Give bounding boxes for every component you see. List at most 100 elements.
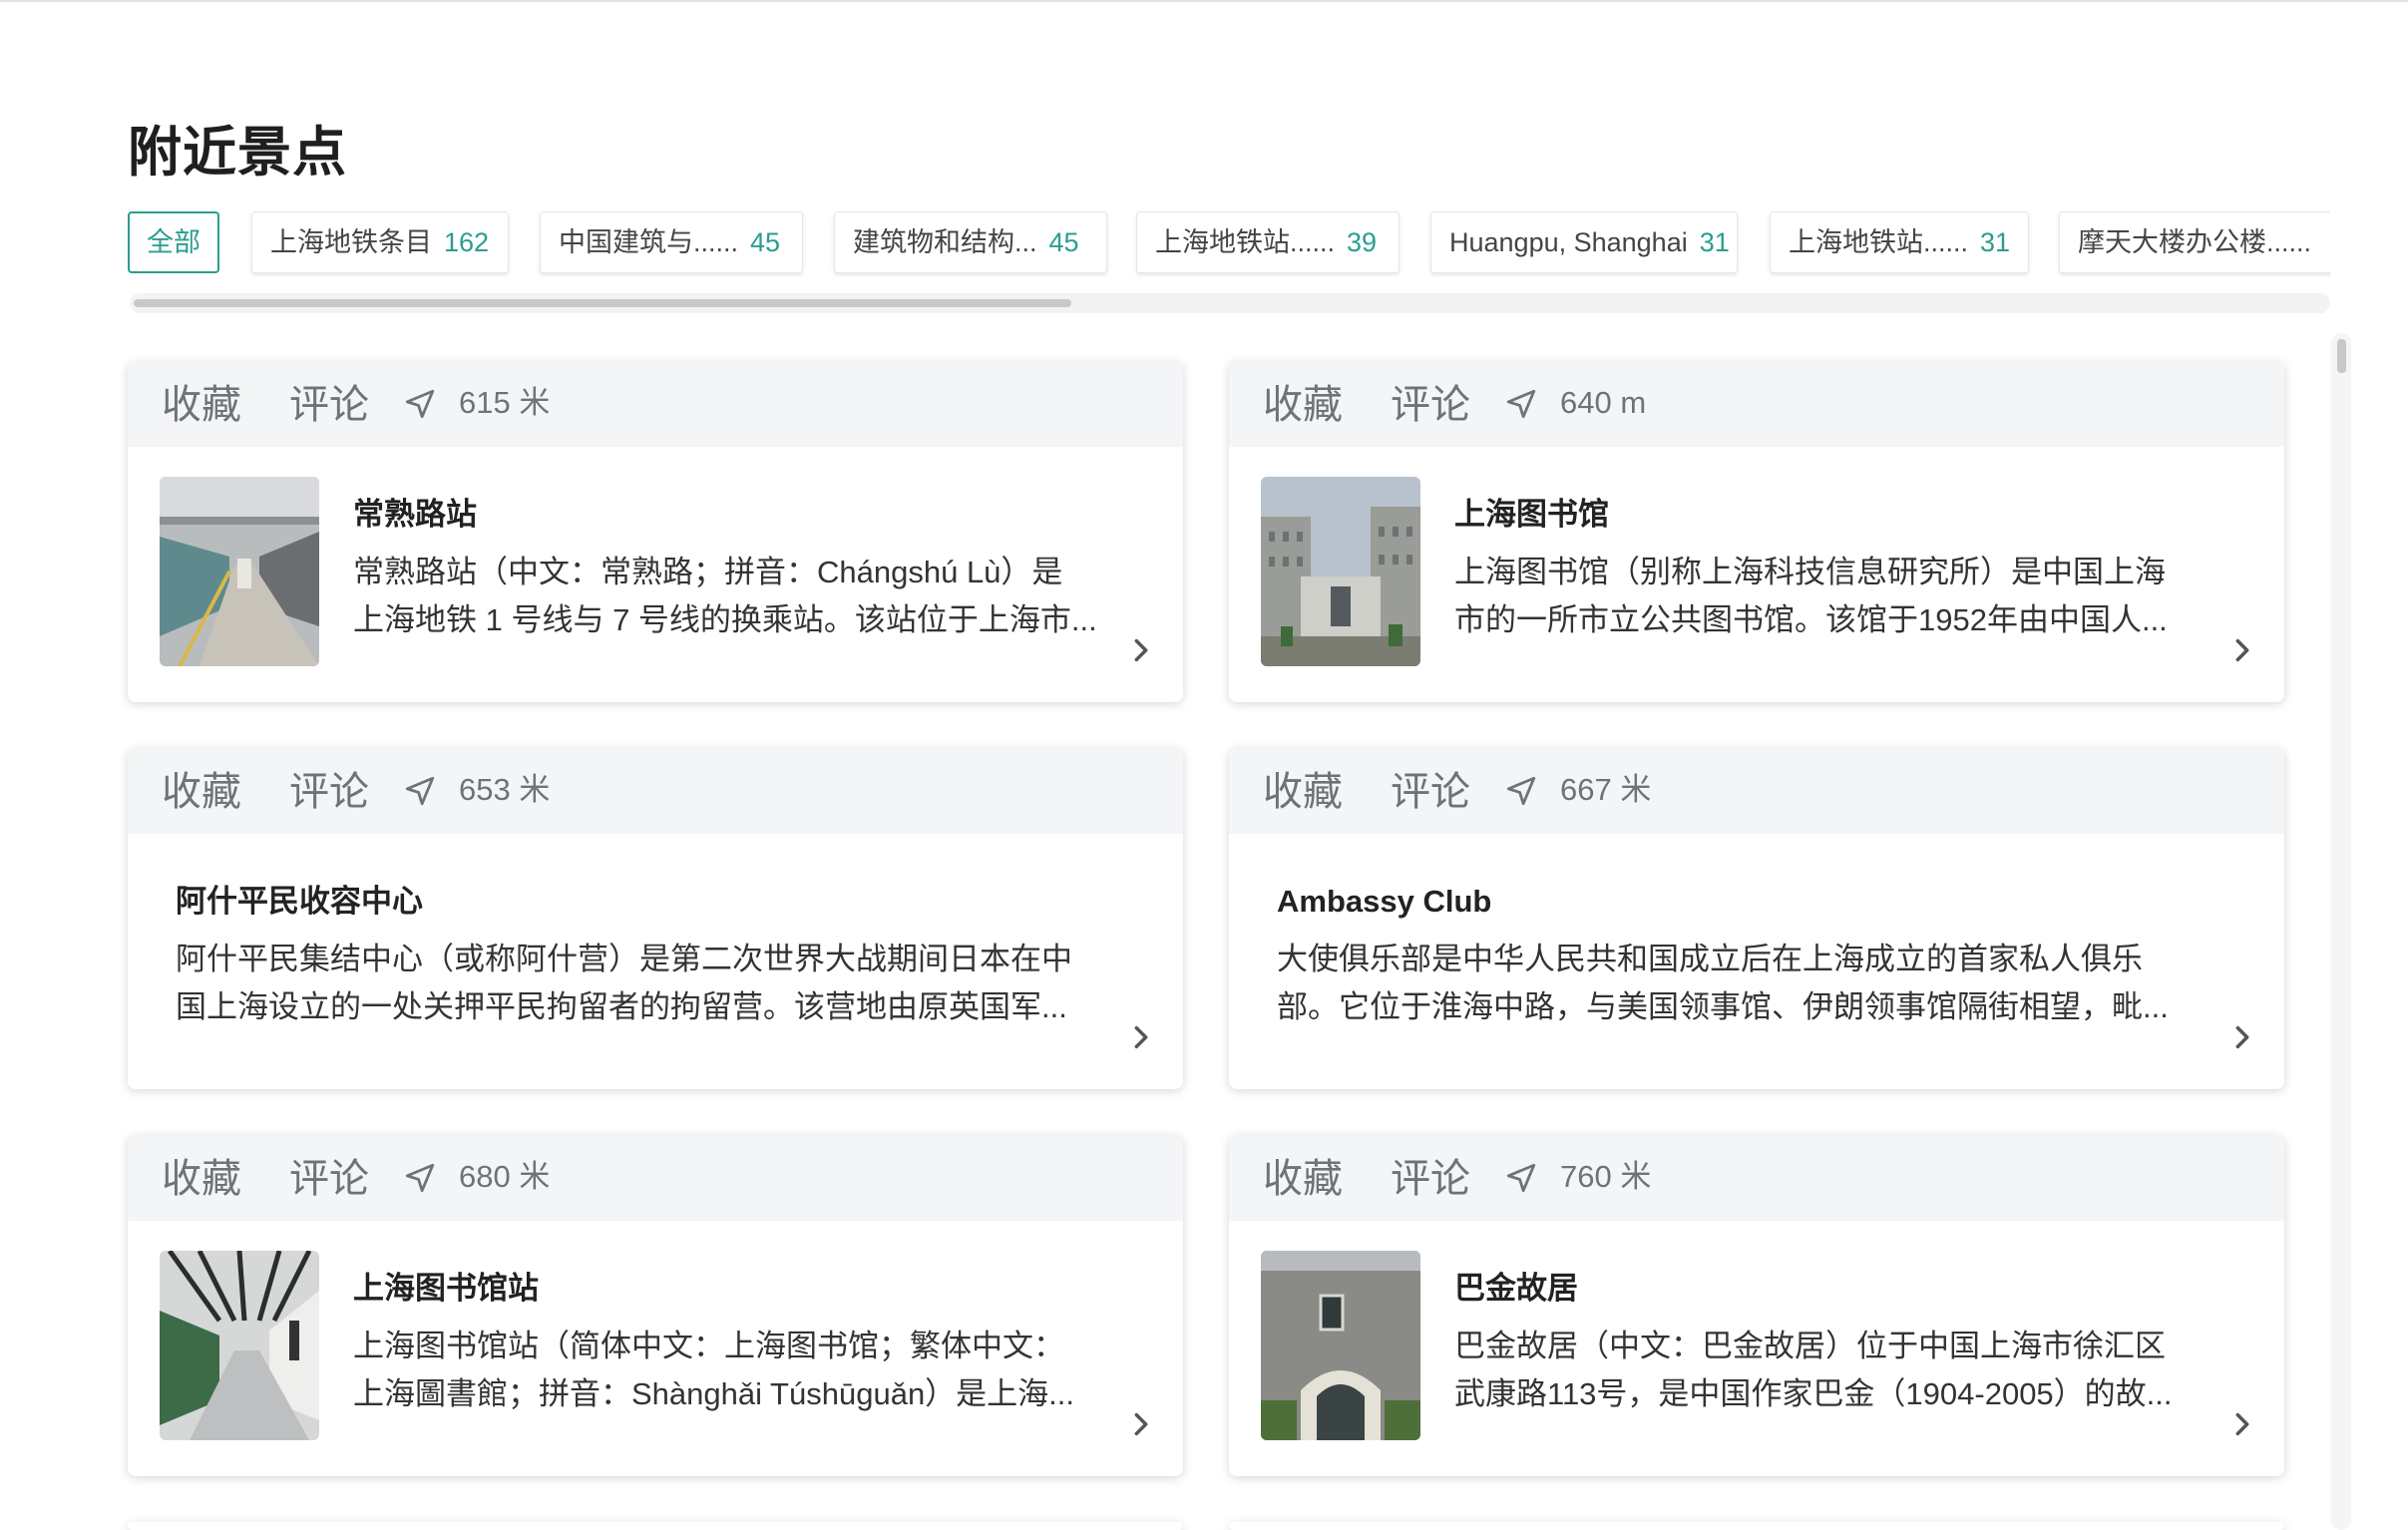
place-card[interactable]: 收藏 评论 667 米 Ambassy Club 大使俱乐部是中华人民共和国成立… [1229,748,2284,1089]
place-card[interactable]: 收藏 评论 680 米 上海图书馆站 上海图书馆站（简体中文：上海图书馆；繁体中… [128,1135,1183,1476]
place-description: 大使俱乐部是中华人民共和国成立后在上海成立的首家私人俱乐 部。它位于淮海中路，与… [1277,936,2210,1031]
distance-label: 615 米 [459,385,551,420]
category-filter-bar[interactable]: 全部 上海地铁条目 162 中国建筑与...... 45 建筑物和结构... 45 上… [128,211,2330,277]
comment-button[interactable]: 评论 [289,383,369,427]
filter-chip[interactable]: 摩天大楼办公楼...... [2059,211,2330,273]
card-header: 收藏 评论 653 米 [128,748,1183,834]
favorite-button[interactable]: 收藏 [162,770,241,814]
card-header: 收藏 评论 615 米 [128,361,1183,447]
filter-chip[interactable]: 中国建筑与...... 45 [540,211,803,273]
comment-button[interactable]: 评论 [289,770,369,814]
navigation-arrow-icon [1506,389,1536,419]
distance-label: 640 m [1560,385,1647,420]
description-line: 国上海设立的一处关押平民拘留者的拘留营。该营地由原英国军... [176,989,1067,1024]
place-description: 常熟路站（中文：常熟路；拼音：Chángshú Lù）是 上海地铁 1 号线与 … [353,549,1109,644]
filter-chip-label: 上海地铁站...... [1155,227,1336,257]
place-title: 常熟路站 [353,497,477,532]
vertical-scrollbar[interactable] [2331,333,2351,1530]
place-card[interactable]: 收藏 评论 760 米 巴金故居 巴金故居（中文：巴金故居）位于中国上海市徐汇区… [1229,1135,2284,1476]
navigation-arrow-icon [405,1163,435,1193]
favorite-button[interactable]: 收藏 [1263,770,1343,814]
filter-chip[interactable]: 上海地铁站...... 31 [1770,211,2029,273]
chevron-right-icon[interactable] [2228,634,2256,666]
comment-button[interactable]: 评论 [1391,383,1470,427]
filter-chip-all[interactable]: 全部 [128,211,219,273]
place-title: 上海图书馆站 [353,1271,539,1306]
place-title: 上海图书馆 [1454,497,1609,532]
place-description: 阿什平民集结中心（或称阿什营）是第二次世界大战期间日本在中 国上海设立的一处关押… [176,936,1109,1031]
distance-label: 680 米 [459,1159,551,1194]
house-facade-photo[interactable] [1261,1251,1420,1440]
filter-chip-label: 中国建筑与...... [559,227,739,257]
distance-label: 653 米 [459,772,551,807]
place-card-partial[interactable] [128,1522,1183,1530]
place-description: 巴金故居（中文：巴金故居）位于中国上海市徐汇区 武康路113号，是中国作家巴金（… [1454,1323,2210,1418]
navigation-arrow-icon [405,389,435,419]
comment-button[interactable]: 评论 [289,1157,369,1201]
card-body: 上海图书馆站 上海图书馆站（简体中文：上海图书馆；繁体中文： 上海圖書館；拼音：… [353,1269,1109,1418]
library-building-photo[interactable] [1261,477,1420,666]
card-header: 收藏 评论 640 m [1229,361,2284,447]
navigation-arrow-icon [1506,1163,1536,1193]
filter-chip[interactable]: 上海地铁条目 162 [251,211,509,273]
filter-chip-count: 31 [1980,227,2011,257]
description-line: 上海图书馆（别称上海科技信息研究所）是中国上海 [1454,555,2166,589]
place-description: 上海图书馆（别称上海科技信息研究所）是中国上海 市的一所市立公共图书馆。该馆于1… [1454,549,2210,644]
chevron-right-icon[interactable] [1127,1408,1155,1440]
card-body: 阿什平民收容中心 阿什平民集结中心（或称阿什营）是第二次世界大战期间日本在中 国… [176,882,1109,1031]
filter-chip-label: Huangpu, Shanghai [1449,227,1688,257]
place-card[interactable]: 收藏 评论 640 m 上海图书馆 上海图书馆（别称上海科技信息研究所）是中国上… [1229,361,2284,702]
chevron-right-icon[interactable] [2228,1408,2256,1440]
horizontal-scrollbar-thumb[interactable] [134,299,1071,307]
filter-chip-label: 全部 [147,227,201,257]
card-header: 收藏 评论 680 米 [128,1135,1183,1221]
metro-station-photo[interactable] [160,1251,319,1440]
description-line: 市的一所市立公共图书馆。该馆于1952年由中国人... [1454,602,2168,637]
place-description: 上海图书馆站（简体中文：上海图书馆；繁体中文： 上海圖書館；拼音：Shànghǎ… [353,1323,1109,1418]
description-line: 武康路113号，是中国作家巴金（1904-2005）的故... [1454,1376,2173,1411]
chevron-right-icon[interactable] [1127,1021,1155,1053]
description-line: 阿什平民集结中心（或称阿什营）是第二次世界大战期间日本在中 [176,942,1072,976]
place-card[interactable]: 收藏 评论 653 米 阿什平民收容中心 阿什平民集结中心（或称阿什营）是第二次… [128,748,1183,1089]
description-line: 上海圖書館；拼音：Shànghǎi Túshūguǎn）是上海... [353,1376,1075,1411]
navigation-arrow-icon [1506,776,1536,806]
metro-platform-photo[interactable] [160,477,319,666]
filter-chip[interactable]: Huangpu, Shanghai 31 [1430,211,1738,273]
card-header: 收藏 评论 667 米 [1229,748,2284,834]
description-line: 部。它位于淮海中路，与美国领事馆、伊朗领事馆隔街相望，毗... [1277,989,2169,1024]
filter-chip-count: 45 [750,227,781,257]
vertical-scrollbar-thumb[interactable] [2337,339,2346,373]
filter-chip-count: 39 [1347,227,1378,257]
comment-button[interactable]: 评论 [1391,770,1470,814]
navigation-arrow-icon [405,776,435,806]
description-line: 巴金故居（中文：巴金故居）位于中国上海市徐汇区 [1454,1329,2166,1363]
filter-chip[interactable]: 上海地铁站...... 39 [1136,211,1400,273]
place-title: 巴金故居 [1454,1271,1578,1306]
description-line: 常熟路站（中文：常熟路；拼音：Chángshú Lù）是 [353,555,1063,589]
chevron-right-icon[interactable] [2228,1021,2256,1053]
filter-chip[interactable]: 建筑物和结构... 45 [834,211,1107,273]
description-line: 上海地铁 1 号线与 7 号线的换乘站。该站位于上海市... [353,602,1097,637]
page-title: 附近景点 [128,123,347,183]
filter-chip-count: 162 [444,227,490,257]
filter-chip-label: 建筑物和结构... [853,227,1037,257]
favorite-button[interactable]: 收藏 [162,383,241,427]
card-body: 上海图书馆 上海图书馆（别称上海科技信息研究所）是中国上海 市的一所市立公共图书… [1454,495,2210,644]
favorite-button[interactable]: 收藏 [1263,1157,1343,1201]
place-title: Ambassy Club [1277,884,1492,919]
distance-label: 760 米 [1560,1159,1652,1194]
filter-chip-label: 上海地铁条目 [270,227,432,257]
chevron-right-icon[interactable] [1127,634,1155,666]
favorite-button[interactable]: 收藏 [1263,383,1343,427]
filter-chip-label: 摩天大楼办公楼...... [2078,227,2312,257]
place-card[interactable]: 收藏 评论 615 米 常熟路站 常熟路站（中文：常熟路；拼音：Chángshú… [128,361,1183,702]
favorite-button[interactable]: 收藏 [162,1157,241,1201]
card-body: Ambassy Club 大使俱乐部是中华人民共和国成立后在上海成立的首家私人俱… [1277,882,2210,1031]
place-title: 阿什平民收容中心 [176,884,423,919]
filter-chip-label: 上海地铁站...... [1789,227,1969,257]
description-line: 上海图书馆站（简体中文：上海图书馆；繁体中文： [353,1329,1064,1363]
comment-button[interactable]: 评论 [1391,1157,1470,1201]
filter-chip-count: 31 [1699,227,1730,257]
filter-chip-count: 45 [1048,227,1079,257]
place-card-partial[interactable] [1229,1522,2284,1530]
